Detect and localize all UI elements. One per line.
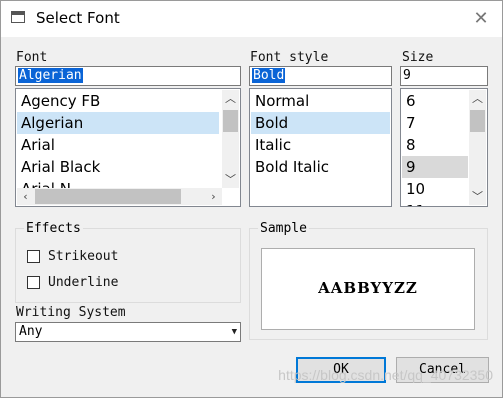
chevron-down-icon[interactable]: ﹀ [469, 188, 486, 205]
size-list-item[interactable]: 8 [402, 134, 468, 156]
size-list-item[interactable]: 7 [402, 112, 468, 134]
effects-title: Effects [24, 221, 83, 236]
font-list-item[interactable]: Arial [17, 134, 219, 156]
font-list-vscrollbar[interactable]: ︿ ﹀ [222, 90, 239, 188]
sample-text: AABBYYZZ [318, 279, 418, 297]
chevron-up-icon[interactable]: ︿ [222, 90, 239, 107]
style-list-item-selected[interactable]: Bold [251, 112, 390, 134]
size-list-item-selected[interactable]: 9 [402, 156, 468, 178]
font-style-label: Font style [250, 50, 329, 65]
font-input[interactable]: Algerian [15, 66, 241, 86]
chevron-down-icon[interactable]: ﹀ [222, 171, 239, 188]
effects-group [15, 228, 241, 303]
font-list-item-selected[interactable]: Algerian [17, 112, 219, 134]
style-list-item[interactable]: Normal [251, 90, 390, 112]
window-icon [11, 11, 25, 23]
strikeout-checkbox[interactable] [27, 250, 40, 263]
writing-system-label: Writing System [16, 305, 126, 320]
strikeout-label[interactable]: Strikeout [48, 249, 118, 264]
scroll-thumb[interactable] [35, 189, 181, 204]
size-list-vscrollbar[interactable]: ︿ ﹀ [469, 90, 486, 205]
size-label: Size [402, 50, 434, 65]
font-list-item[interactable]: Arial Black [17, 156, 219, 178]
font-style-list[interactable]: Normal Bold Italic Bold Italic [249, 88, 392, 207]
watermark: https://blog.csdn.net/qq_40732350 [278, 367, 493, 383]
title-bar: Select Font ✕ [1, 1, 502, 37]
window-title: Select Font [36, 9, 120, 27]
underline-label[interactable]: Underline [48, 275, 118, 290]
size-list[interactable]: 6 7 8 9 10 11 ︿ ﹀ [400, 88, 488, 207]
size-list-item[interactable]: 6 [402, 90, 468, 112]
writing-system-select[interactable]: Any ▼ [15, 322, 241, 342]
font-style-input-value: Bold [252, 68, 286, 83]
chevron-left-icon[interactable]: ‹ [17, 188, 34, 205]
style-list-item[interactable]: Italic [251, 134, 390, 156]
scroll-thumb[interactable] [470, 110, 485, 132]
close-button[interactable]: ✕ [472, 10, 490, 28]
writing-system-value: Any [19, 324, 43, 339]
font-list-hscrollbar[interactable]: ‹ › [17, 188, 222, 205]
font-style-input[interactable]: Bold [249, 66, 392, 86]
chevron-right-icon[interactable]: › [205, 188, 222, 205]
size-list-item[interactable]: 10 [402, 178, 468, 200]
chevron-down-icon: ▼ [231, 327, 237, 337]
size-list-item[interactable]: 11 [402, 200, 468, 206]
scroll-thumb[interactable] [223, 110, 238, 132]
size-input-value: 9 [403, 68, 411, 83]
font-list-item[interactable]: Arial N... [17, 178, 219, 188]
sample-preview: AABBYYZZ [261, 248, 475, 330]
sample-title: Sample [258, 221, 309, 236]
size-input[interactable]: 9 [400, 66, 488, 86]
font-list-item[interactable]: Agency FB [17, 90, 219, 112]
style-list-item[interactable]: Bold Italic [251, 156, 390, 178]
underline-checkbox[interactable] [27, 276, 40, 289]
font-label: Font [16, 50, 48, 65]
font-list[interactable]: Agency FB Algerian Arial Arial Black Ari… [15, 88, 241, 207]
chevron-up-icon[interactable]: ︿ [469, 90, 486, 107]
font-input-value: Algerian [18, 68, 83, 83]
